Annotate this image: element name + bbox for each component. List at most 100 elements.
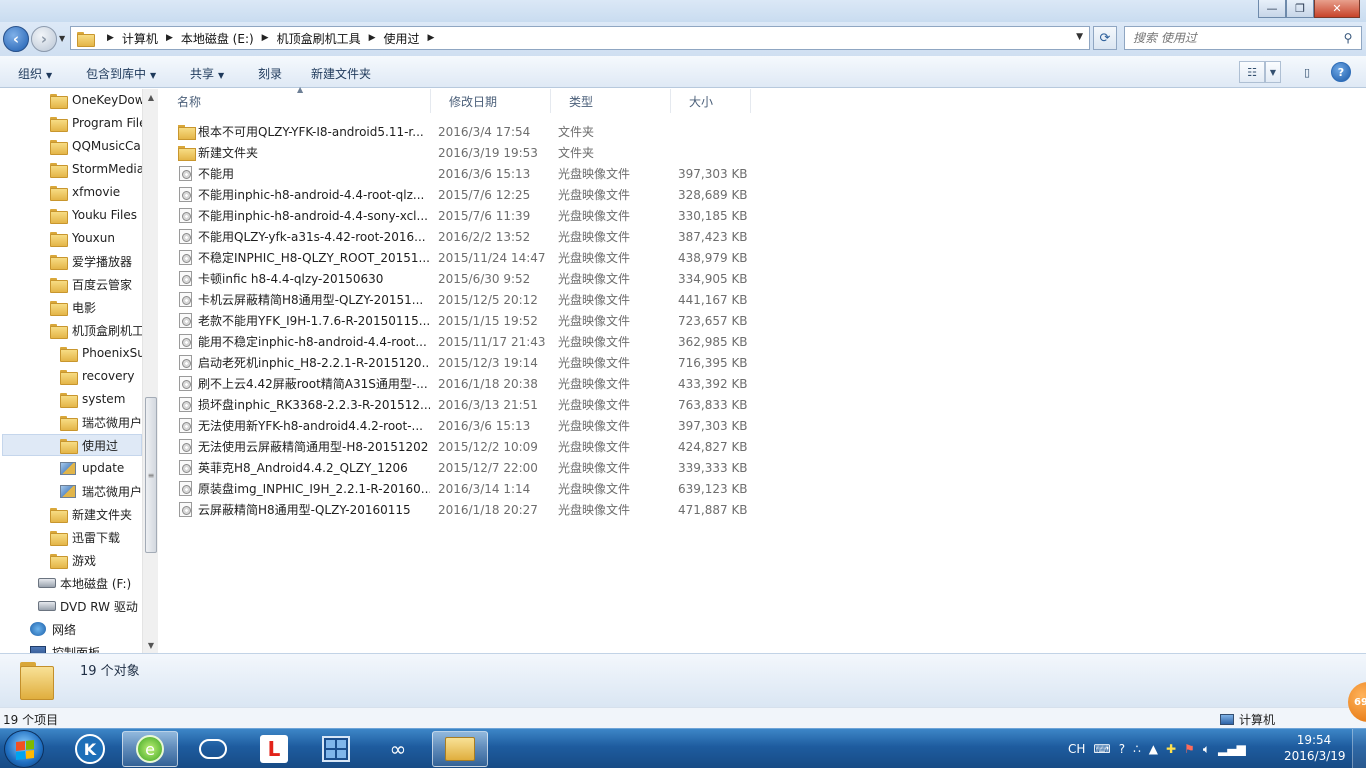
share-menu[interactable]: 共享 ▼ xyxy=(190,65,224,82)
search-icon[interactable]: ⚲ xyxy=(1339,31,1357,45)
taskbar-app-explorer[interactable] xyxy=(432,731,488,767)
tree-item-youxun[interactable]: Youxun xyxy=(50,227,115,249)
back-button[interactable]: ‹ xyxy=(3,26,29,52)
tree-item-xfmovie[interactable]: xfmovie xyxy=(50,181,120,203)
tree-item-dvd-drive[interactable]: DVD RW 驱动 xyxy=(38,595,138,617)
file-row[interactable]: 原装盘img_INPHIC_I9H_2.2.1-R-20160... 2016/3… xyxy=(176,478,756,499)
breadcrumb-chevron-icon[interactable]: ▶ xyxy=(428,33,435,43)
tree-item-movies[interactable]: 电影 xyxy=(50,296,96,318)
action-center-icon[interactable]: ⚑ xyxy=(1184,742,1195,756)
burn-button[interactable]: 刻录 xyxy=(258,65,282,82)
maximize-button[interactable]: ❐ xyxy=(1286,0,1314,18)
language-indicator[interactable]: CH xyxy=(1068,742,1085,756)
tree-item-rockchip-user[interactable]: 瑞芯微用户 xyxy=(60,411,142,433)
column-header-name[interactable]: 名称 xyxy=(159,89,431,113)
tree-item-recovery[interactable]: recovery xyxy=(60,365,135,387)
scroll-thumb[interactable]: ≡ xyxy=(145,397,157,553)
file-row[interactable]: 不稳定INPHIC_H8-QLZY_ROOT_20151... 2015/11/2… xyxy=(176,247,756,268)
tree-item-aixue-player[interactable]: 爱学播放器 xyxy=(50,250,132,272)
file-row[interactable]: 无法使用云屏蔽精简通用型-H8-20151202 2015/12/2 10:09 光… xyxy=(176,436,756,457)
tree-item-system[interactable]: system xyxy=(60,388,125,410)
file-row[interactable]: 不能用QLZY-yfk-a31s-4.42-root-2016... 2016/2… xyxy=(176,226,756,247)
tree-item-drive-f[interactable]: 本地磁盘 (F:) xyxy=(38,572,131,594)
taskbar-app-browser[interactable]: e xyxy=(122,731,178,767)
address-dropdown-icon[interactable]: ▼ xyxy=(1076,32,1083,42)
tree-item-control-panel[interactable]: 控制面板 xyxy=(30,641,100,653)
tree-item-onekeydow[interactable]: OneKeyDow xyxy=(50,89,145,111)
tree-item-flash-tools[interactable]: 机顶盒刷机工 xyxy=(50,319,144,341)
preview-pane-button[interactable]: ▯ xyxy=(1294,61,1320,83)
include-in-library-menu[interactable]: 包含到库中 ▼ xyxy=(86,65,156,82)
tree-item-rockchip-user-2[interactable]: 瑞芯微用户 xyxy=(60,480,142,502)
file-row[interactable]: 启动老死机inphic_H8-2.2.1-R-2015120... 2015/12… xyxy=(176,352,756,373)
input-method-icon[interactable]: ∴ xyxy=(1133,742,1141,756)
tree-item-games[interactable]: 游戏 xyxy=(50,549,96,571)
view-options-dropdown[interactable]: ▼ xyxy=(1265,61,1281,83)
tree-item-youku-files[interactable]: Youku Files xyxy=(50,204,137,226)
tree-item-baidu-cloud[interactable]: 百度云管家 xyxy=(50,273,132,295)
file-row[interactable]: 刷不上云4.42屏蔽root精简A31S通用型-... 2016/1/18 20:… xyxy=(176,373,756,394)
address-bar[interactable]: ▶ 计算机 ▶ 本地磁盘 (E:) ▶ 机顶盒刷机工具 ▶ 使用过 ▶ ▼ xyxy=(70,26,1090,50)
file-row[interactable]: 不能用inphic-h8-android-4.4-sony-xcl... 2015… xyxy=(176,205,756,226)
tree-item-program-files[interactable]: Program File xyxy=(50,112,147,134)
tree-item-new-folder[interactable]: 新建文件夹 xyxy=(50,503,132,525)
tree-item-thunder-downloads[interactable]: 迅雷下载 xyxy=(50,526,120,548)
scroll-up-icon[interactable]: ▲ xyxy=(143,89,159,105)
start-button[interactable] xyxy=(4,730,44,768)
search-box[interactable]: ⚲ xyxy=(1124,26,1362,50)
tree-item-phoenixsu[interactable]: PhoenixSu xyxy=(60,342,145,364)
organize-menu[interactable]: 组织 ▼ xyxy=(18,65,52,82)
taskbar-app-baidu[interactable]: ∞ xyxy=(370,731,426,767)
breadcrumb-flash-tools[interactable]: 机顶盒刷机工具 xyxy=(277,30,361,47)
show-desktop-button[interactable] xyxy=(1352,729,1366,768)
keyboard-icon[interactable]: ⌨ xyxy=(1093,742,1110,756)
file-row[interactable]: 卡机云屏蔽精简H8通用型-QLZY-20151... 2015/12/5 20:1… xyxy=(176,289,756,310)
breadcrumb-chevron-icon[interactable]: ▶ xyxy=(369,33,376,43)
show-hidden-icons-icon[interactable]: ▲ xyxy=(1149,742,1158,756)
breadcrumb-computer[interactable]: 计算机 xyxy=(122,30,158,47)
recent-pages-dropdown[interactable]: ▼ xyxy=(59,34,65,43)
forward-button[interactable]: › xyxy=(31,26,57,52)
taskbar-app-kugou[interactable]: K xyxy=(62,731,118,767)
scroll-down-icon[interactable]: ▼ xyxy=(143,637,159,653)
tree-item-update[interactable]: update xyxy=(60,457,124,479)
taskbar-app-letv[interactable]: L xyxy=(246,731,302,767)
file-row[interactable]: 云屏蔽精简H8通用型-QLZY-20160115 2016/1/18 20:27 光… xyxy=(176,499,756,520)
breadcrumb-used[interactable]: 使用过 xyxy=(384,30,420,47)
new-folder-button[interactable]: 新建文件夹 xyxy=(311,65,371,82)
network-signal-icon[interactable]: ▂▄▆ xyxy=(1218,742,1246,756)
breadcrumb-chevron-icon[interactable]: ▶ xyxy=(107,33,114,43)
file-row[interactable]: 英菲克H8_Android4.4.2_QLZY_1206 2015/12/7 22… xyxy=(176,457,756,478)
file-row[interactable]: 不能用inphic-h8-android-4.4-root-qlz... 2015… xyxy=(176,184,756,205)
column-header-type[interactable]: 类型 xyxy=(551,89,671,113)
security-icon[interactable]: ✚ xyxy=(1166,742,1176,756)
help-icon[interactable]: ? xyxy=(1119,742,1125,756)
taskbar-app-media[interactable] xyxy=(308,731,364,767)
change-view-button[interactable]: ☷ xyxy=(1239,61,1265,83)
file-row[interactable]: 损坏盘inphic_RK3368-2.2.3-R-201512... 2016/3… xyxy=(176,394,756,415)
breadcrumb-chevron-icon[interactable]: ▶ xyxy=(166,33,173,43)
column-header-size[interactable]: 大小 xyxy=(671,89,751,113)
file-row[interactable]: 新建文件夹 2016/3/19 19:53 文件夹 xyxy=(176,142,756,163)
clock[interactable]: 19:54 2016/3/19 xyxy=(1284,732,1346,764)
file-row[interactable]: 无法使用新YFK-h8-android4.4.2-root-... 2016/3/… xyxy=(176,415,756,436)
breadcrumb-chevron-icon[interactable]: ▶ xyxy=(262,33,269,43)
help-button[interactable]: ? xyxy=(1331,62,1351,82)
file-row[interactable]: 老款不能用YFK_I9H-1.7.6-R-20150115.... 2015/1/… xyxy=(176,310,756,331)
file-row[interactable]: 不能用 2016/3/6 15:13 光盘映像文件 397,303 KB xyxy=(176,163,756,184)
close-button[interactable]: ✕ xyxy=(1314,0,1360,18)
column-header-date[interactable]: 修改日期 xyxy=(431,89,551,113)
tree-item-stormmedia[interactable]: StormMedia xyxy=(50,158,144,180)
search-input[interactable] xyxy=(1125,31,1339,45)
file-row[interactable]: 能用不稳定inphic-h8-android-4.4-root... 2015/1… xyxy=(176,331,756,352)
tree-item-qqmusicca[interactable]: QQMusicCa xyxy=(50,135,141,157)
tree-item-used[interactable]: 使用过 xyxy=(2,434,142,456)
taskbar-app-cloud[interactable] xyxy=(185,731,241,767)
file-row[interactable]: 根本不可用QLZY-YFK-I8-android5.11-r... 2016/3/… xyxy=(176,121,756,142)
volume-icon[interactable]: 🔈︎ xyxy=(1203,742,1210,757)
file-row[interactable]: 卡顿infic h8-4.4-qlzy-20150630 2015/6/30 9:… xyxy=(176,268,756,289)
tree-item-network[interactable]: 网络 xyxy=(30,618,76,640)
navigation-pane-scrollbar[interactable]: ▲ ≡ ▼ xyxy=(142,89,158,653)
refresh-button[interactable]: ⟳ xyxy=(1093,26,1117,50)
minimize-button[interactable]: — xyxy=(1258,0,1286,18)
